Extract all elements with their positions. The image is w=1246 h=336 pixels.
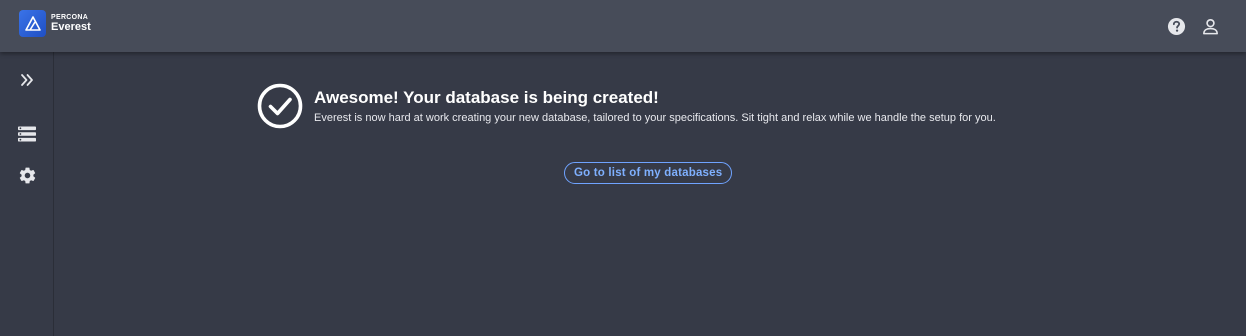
account-icon[interactable]: [1200, 16, 1220, 36]
success-description: Everest is now hard at work creating you…: [314, 112, 996, 124]
top-app-bar: PERCONA Everest: [0, 0, 1246, 52]
creation-success-message: Awesome! Your database is being created!…: [257, 83, 996, 129]
brand-name: PERCONA: [51, 14, 89, 21]
main-content: Awesome! Your database is being created!…: [54, 52, 1246, 336]
percona-everest-logo[interactable]: PERCONA Everest: [19, 10, 91, 37]
success-title: Awesome! Your database is being created!: [314, 88, 659, 107]
databases-list-icon[interactable]: [16, 123, 38, 145]
help-icon[interactable]: [1166, 16, 1186, 36]
check-circle-icon: [257, 83, 303, 129]
settings-gear-icon[interactable]: [16, 164, 38, 186]
side-navigation: [0, 52, 54, 336]
expand-double-chevron-icon[interactable]: [16, 69, 38, 91]
everest-logo-icon: [19, 10, 46, 37]
product-name: Everest: [51, 21, 91, 33]
go-to-databases-button[interactable]: Go to list of my databases: [564, 162, 733, 184]
